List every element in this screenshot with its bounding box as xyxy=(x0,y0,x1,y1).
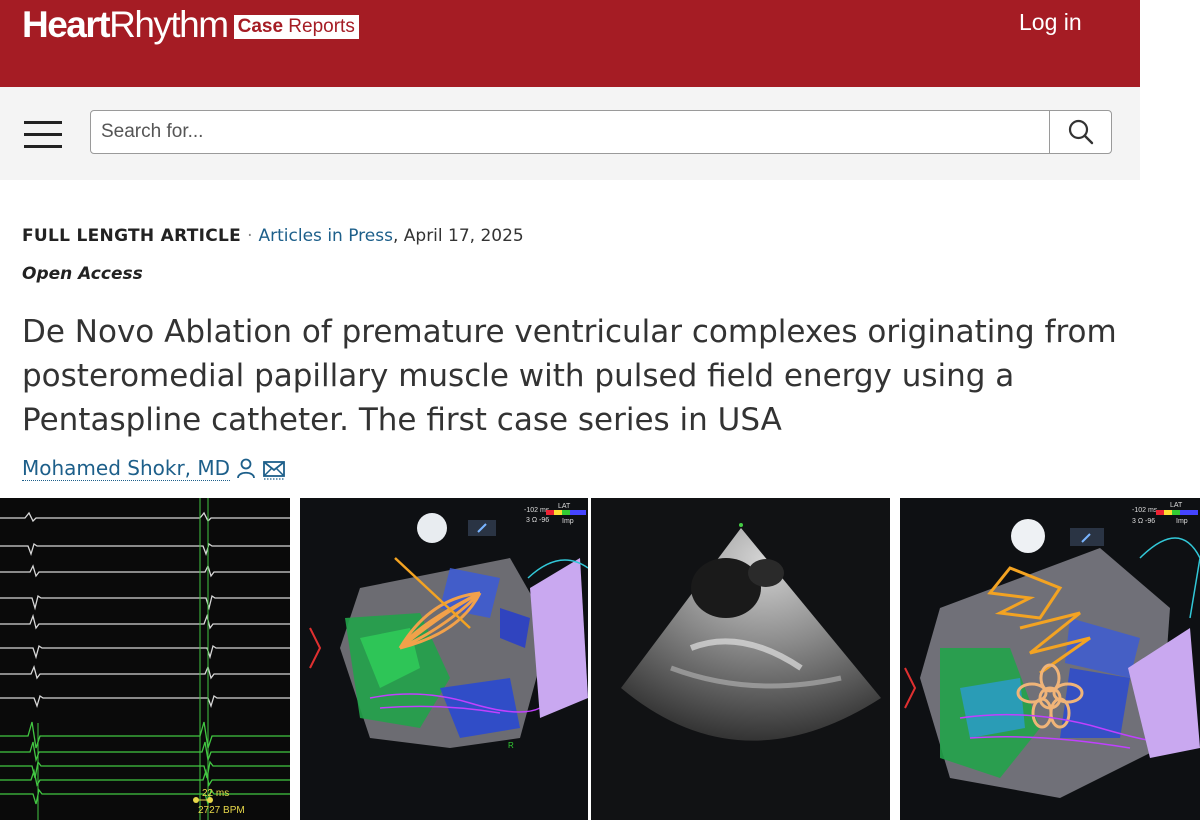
figure-panel-echo[interactable] xyxy=(591,498,890,820)
author-name-link[interactable]: Mohamed Shokr, MD xyxy=(22,456,231,481)
email-icon[interactable] xyxy=(262,458,286,480)
article-meta: FULL LENGTH ARTICLE · Articles in Press, A… xyxy=(22,226,524,246)
open-access-label: Open Access xyxy=(22,264,143,284)
logo-heart-text: Heart xyxy=(22,4,111,45)
logo-case-reports-badge: Case Reports xyxy=(233,15,359,39)
electroanatomic-map-image-2: -102 ms LAT 3 Ω -96 Imp xyxy=(900,498,1200,820)
map2-legend-title: LAT xyxy=(1170,502,1183,509)
logo-badge-rest: Reports xyxy=(283,16,355,37)
articles-in-press-link[interactable]: Articles in Press xyxy=(259,226,393,246)
figure-panel-electrograms[interactable]: 22 ms 2727 BPM xyxy=(0,498,290,820)
journal-logo[interactable]: Heart Rhythm Case Reports xyxy=(22,4,359,46)
electrogram-image: 22 ms 2727 BPM xyxy=(0,498,290,820)
logo-badge-bold: Case xyxy=(237,16,284,37)
figure-strip: 22 ms 2727 BPM -102 ms LAT 3 Ω -96 Imp R… xyxy=(0,498,1200,820)
search-button[interactable] xyxy=(1049,111,1112,153)
search-icon xyxy=(1068,119,1094,145)
ecg-rate-readout: 2727 BPM xyxy=(198,805,245,816)
map-scale-mid: 3 Ω -96 xyxy=(526,517,549,524)
map-legend-title: LAT xyxy=(558,503,571,510)
person-icon[interactable] xyxy=(236,458,256,480)
map2-scale-top: -102 ms xyxy=(1132,507,1158,514)
search-bar xyxy=(0,87,1140,180)
map-marker-label: R xyxy=(508,741,514,750)
article-type: FULL LENGTH ARTICLE xyxy=(22,226,242,246)
figure-panel-map-1[interactable]: -102 ms LAT 3 Ω -96 Imp R xyxy=(300,498,588,820)
author-line: Mohamed Shokr, MD xyxy=(22,456,286,481)
map2-scale-right: Imp xyxy=(1176,518,1188,525)
map-scale-right: Imp xyxy=(562,518,574,525)
search-box xyxy=(90,110,1112,154)
ecg-interval-readout: 22 ms xyxy=(202,788,229,799)
figure-panel-map-2[interactable]: -102 ms LAT 3 Ω -96 Imp xyxy=(900,498,1200,820)
meta-separator: · xyxy=(247,226,253,246)
map2-scale-mid: 3 Ω -96 xyxy=(1132,518,1155,525)
logo-rhythm-text: Rhythm xyxy=(109,4,229,45)
article-date: , April 17, 2025 xyxy=(392,226,524,246)
login-link[interactable]: Log in xyxy=(1019,9,1082,36)
site-header: Heart Rhythm Case Reports Log in xyxy=(0,0,1140,87)
search-input[interactable] xyxy=(91,111,1047,153)
article-title: De Novo Ablation of premature ventricula… xyxy=(22,314,1117,438)
hamburger-menu-icon[interactable] xyxy=(24,121,62,149)
map-scale-top: -102 ms xyxy=(524,507,550,514)
electroanatomic-map-image: -102 ms LAT 3 Ω -96 Imp R xyxy=(300,498,588,820)
echocardiogram-image xyxy=(591,498,890,820)
